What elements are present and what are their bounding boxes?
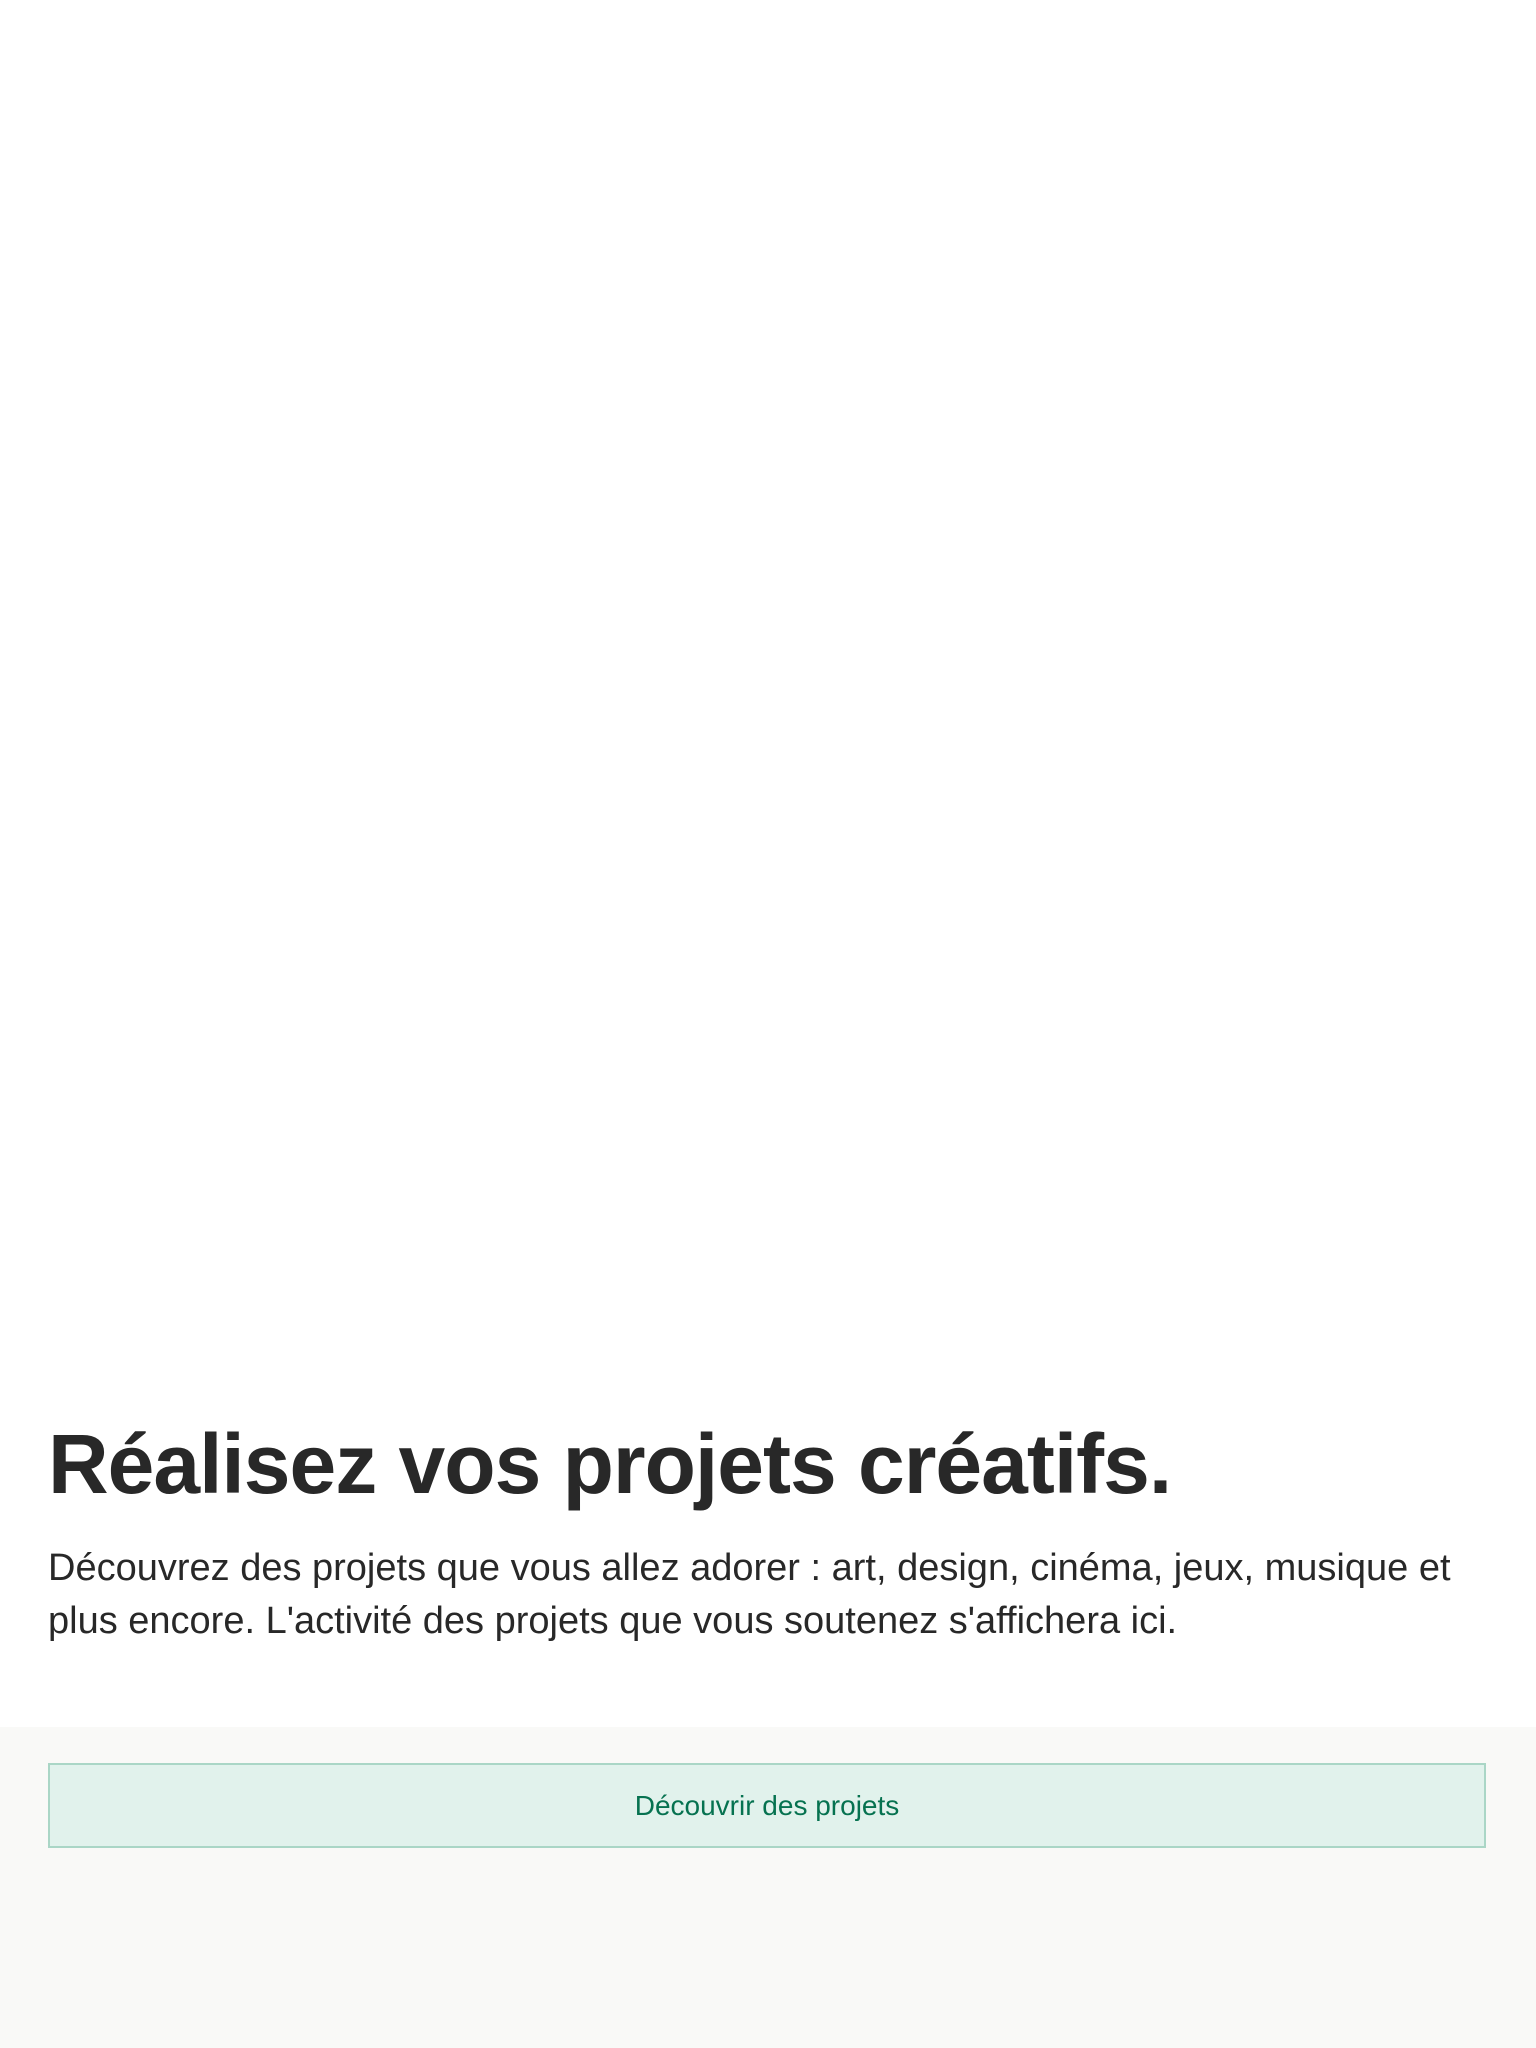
empty-state-content: Réalisez vos projets créatifs. Découvrez…: [48, 1412, 1488, 1648]
discover-projects-label: Découvrir des projets: [634, 1789, 900, 1821]
empty-hero-area: [0, 0, 1536, 1400]
activity-empty-state-page: Réalisez vos projets créatifs. Découvrez…: [0, 0, 1536, 2048]
action-footer: Découvrir des projets: [0, 1727, 1536, 2048]
discover-projects-button[interactable]: Découvrir des projets: [48, 1763, 1486, 1848]
empty-state-headline: Réalisez vos projets créatifs.: [48, 1417, 1172, 1511]
empty-state-description: Découvrez des projets que vous allez ado…: [48, 1547, 1451, 1642]
